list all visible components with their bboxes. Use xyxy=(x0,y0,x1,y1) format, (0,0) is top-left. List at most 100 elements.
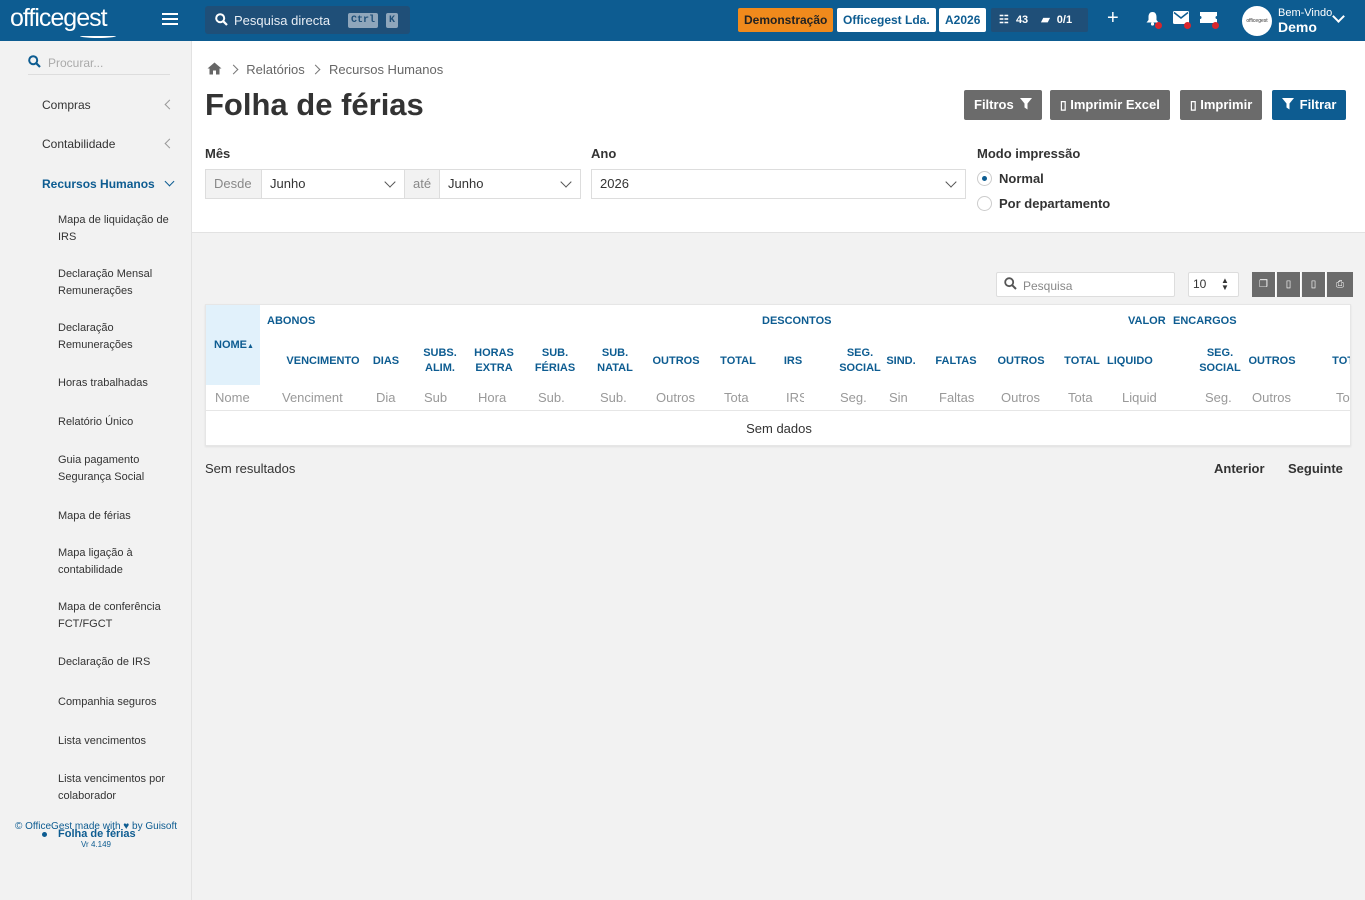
column-header-line1: DIAS xyxy=(372,355,400,367)
sidebar-subitem-mapa-ferias[interactable]: Mapa de férias xyxy=(58,508,180,525)
sidebar-item-recursos-humanos[interactable]: Recursos Humanos xyxy=(42,177,155,191)
sidebar-subitem-declaracao-irs[interactable]: Declaração de IRS xyxy=(58,654,180,671)
filtros-button[interactable]: Filtros xyxy=(964,90,1043,120)
sidebar-subitem-mapa-ligacao-contabilidade[interactable]: Mapa ligação à contabilidade xyxy=(58,545,180,579)
filter-nome[interactable]: Nome xyxy=(215,390,257,405)
copy-icon[interactable]: ❐ xyxy=(1252,272,1276,297)
sidebar-subitem-relatorio-unico[interactable]: Relatório Único xyxy=(58,414,180,431)
sidebar-item-compras[interactable]: Compras xyxy=(42,98,91,112)
filter-input-11[interactable]: Sin xyxy=(889,390,915,405)
page-size-select[interactable]: 10 ▲ ▼ xyxy=(1188,272,1239,297)
imprimir-button[interactable]: ▯ Imprimir xyxy=(1180,90,1263,120)
imprimir-excel-button[interactable]: ▯ Imprimir Excel xyxy=(1050,90,1170,120)
column-header-6[interactable]: SUB. NATAL xyxy=(590,346,640,376)
column-header-line1: IRS xyxy=(783,355,803,367)
radio-por-departamento[interactable] xyxy=(977,196,992,211)
radio-por-departamento-label[interactable]: Por departamento xyxy=(999,196,1110,211)
sidebar-subitem-horas-trabalhadas[interactable]: Horas trabalhadas xyxy=(58,375,180,392)
table-search-input[interactable]: Pesquisa xyxy=(996,272,1175,297)
breadcrumb-relatorios[interactable]: Relatórios xyxy=(246,62,305,77)
sidebar-search-input[interactable]: Procurar... xyxy=(28,53,170,75)
next-page-button[interactable]: Seguinte xyxy=(1288,461,1343,476)
filter-input-7[interactable]: Outros xyxy=(656,390,698,405)
column-header-3[interactable]: SUBS. ALIM. xyxy=(414,346,466,376)
global-search[interactable]: Pesquisa directa Ctrl K xyxy=(205,6,410,34)
sidebar-subitem-declaracao-remuneracoes[interactable]: Declaração Remunerações xyxy=(58,320,180,354)
table-search-placeholder: Pesquisa xyxy=(1023,279,1073,293)
column-header-4[interactable]: HORAS EXTRA xyxy=(468,346,520,376)
top-bar: officegest Pesquisa directa Ctrl K Demon… xyxy=(0,0,1365,41)
column-header-5[interactable]: SUB. FÉRIAS xyxy=(528,346,582,376)
sidebar-subitem-lista-vencimentos-colaborador[interactable]: Lista vencimentos por colaborador xyxy=(58,771,180,805)
column-header-14[interactable]: TOTAL xyxy=(1058,354,1106,369)
column-header-7[interactable]: OUTROS xyxy=(646,354,706,369)
app-logo[interactable]: officegest xyxy=(10,4,116,38)
column-header-13[interactable]: OUTROS xyxy=(991,354,1051,369)
column-header-line2: ALIM. xyxy=(425,362,455,374)
column-header-line1: TOTAL xyxy=(720,355,756,367)
filter-liquido[interactable]: Liquid xyxy=(1122,390,1158,405)
mes-desde-select[interactable]: Junho xyxy=(261,169,405,199)
sidebar-subitem-declaracao-mensal[interactable]: Declaração Mensal Remunerações xyxy=(58,266,180,300)
chevron-right-icon xyxy=(310,64,321,75)
column-header-2[interactable]: DIAS xyxy=(366,354,406,369)
radio-normal[interactable] xyxy=(977,171,992,186)
demo-badge[interactable]: Demonstração xyxy=(738,8,834,32)
sidebar-subitem-companhia-seguros[interactable]: Companhia seguros xyxy=(58,694,180,711)
filter-input-16[interactable]: Outros xyxy=(1252,390,1294,405)
filter-input-17[interactable]: Tota xyxy=(1336,390,1350,405)
group-header-encargos: ENCARGOS xyxy=(1173,315,1237,327)
filter-row: Nome Liquid Venciment Dia Sub Hora Sub. Sub. O… xyxy=(206,385,1350,411)
filter-input-6[interactable]: Sub. xyxy=(600,390,632,405)
column-header-12[interactable]: FALTAS xyxy=(929,354,983,369)
add-icon[interactable]: + xyxy=(1107,8,1119,28)
filter-input-3[interactable]: Sub xyxy=(424,390,458,405)
filter-input-1[interactable]: Venciment xyxy=(282,390,366,405)
menu-toggle-icon[interactable] xyxy=(162,13,178,27)
filter-input-4[interactable]: Hora xyxy=(478,390,512,405)
sidebar-subitem-lista-vencimentos[interactable]: Lista vencimentos xyxy=(58,733,180,750)
print-icon[interactable]: ⎙ xyxy=(1327,272,1353,297)
radio-normal-label[interactable]: Normal xyxy=(999,171,1044,186)
column-header-nome[interactable]: NOME▲ xyxy=(214,338,254,354)
column-header-17[interactable]: TOTAL xyxy=(1326,354,1350,369)
filter-input-12[interactable]: Faltas xyxy=(939,390,975,405)
sidebar-subitem-mapa-conferencia[interactable]: Mapa de conferência FCT/FGCT xyxy=(58,599,180,633)
column-header-9[interactable]: IRS xyxy=(776,354,810,369)
filter-input-2[interactable]: Dia xyxy=(376,390,398,405)
column-header-15[interactable]: SEG. SOCIAL xyxy=(1195,346,1245,376)
mes-ate-select[interactable]: Junho xyxy=(439,169,581,199)
sidebar-subitem-guia-pagamento-ss[interactable]: Guia pagamento Segurança Social xyxy=(58,452,180,486)
filter-input-14[interactable]: Tota xyxy=(1068,390,1098,405)
avatar[interactable]: officegest xyxy=(1242,6,1272,36)
year-badge[interactable]: A2026 xyxy=(939,8,987,32)
column-header-11[interactable]: SIND. xyxy=(879,354,923,369)
sidebar-subitem-mapa-liquidacao-irs[interactable]: Mapa de liquidação de IRS xyxy=(58,212,180,246)
filter-input-8[interactable]: Tota xyxy=(724,390,754,405)
filter-input-15[interactable]: Seg. xyxy=(1205,390,1237,405)
column-header-line1: OUTROS xyxy=(652,355,700,367)
guisoft-link[interactable]: by Guisoft xyxy=(132,821,177,832)
pdf-export-icon[interactable]: ▯ xyxy=(1302,272,1326,297)
column-header-8[interactable]: TOTAL xyxy=(714,354,762,369)
filter-input-9[interactable]: IRS xyxy=(786,390,804,405)
sidebar-item-contabilidade[interactable]: Contabilidade xyxy=(42,137,115,151)
counters-badge[interactable]: ☷ 43 ▰ 0/1 xyxy=(991,8,1088,32)
filter-input-5[interactable]: Sub. xyxy=(538,390,574,405)
home-icon[interactable] xyxy=(207,62,222,75)
breadcrumb-recursos-humanos[interactable]: Recursos Humanos xyxy=(329,62,443,77)
welcome-text: Bem-Vindo xyxy=(1278,7,1333,19)
excel-export-icon[interactable]: ▯ xyxy=(1277,272,1301,297)
ano-select[interactable]: 2026 xyxy=(591,169,966,199)
company-badge[interactable]: Officegest Lda. xyxy=(837,8,936,32)
filtrar-button[interactable]: Filtrar xyxy=(1272,90,1347,120)
username[interactable]: Demo xyxy=(1278,19,1317,35)
column-header-line2: NATAL xyxy=(597,362,633,374)
column-header-16[interactable]: OUTROS xyxy=(1242,354,1302,369)
column-header-1[interactable]: VENCIMENTO xyxy=(272,354,374,369)
filter-input-10[interactable]: Seg. xyxy=(840,390,882,405)
previous-page-button[interactable]: Anterior xyxy=(1214,461,1265,476)
column-header-liquido[interactable]: LIQUIDO xyxy=(1107,354,1153,369)
filter-input-13[interactable]: Outros xyxy=(1001,390,1043,405)
chevron-down-icon[interactable] xyxy=(1332,10,1345,23)
